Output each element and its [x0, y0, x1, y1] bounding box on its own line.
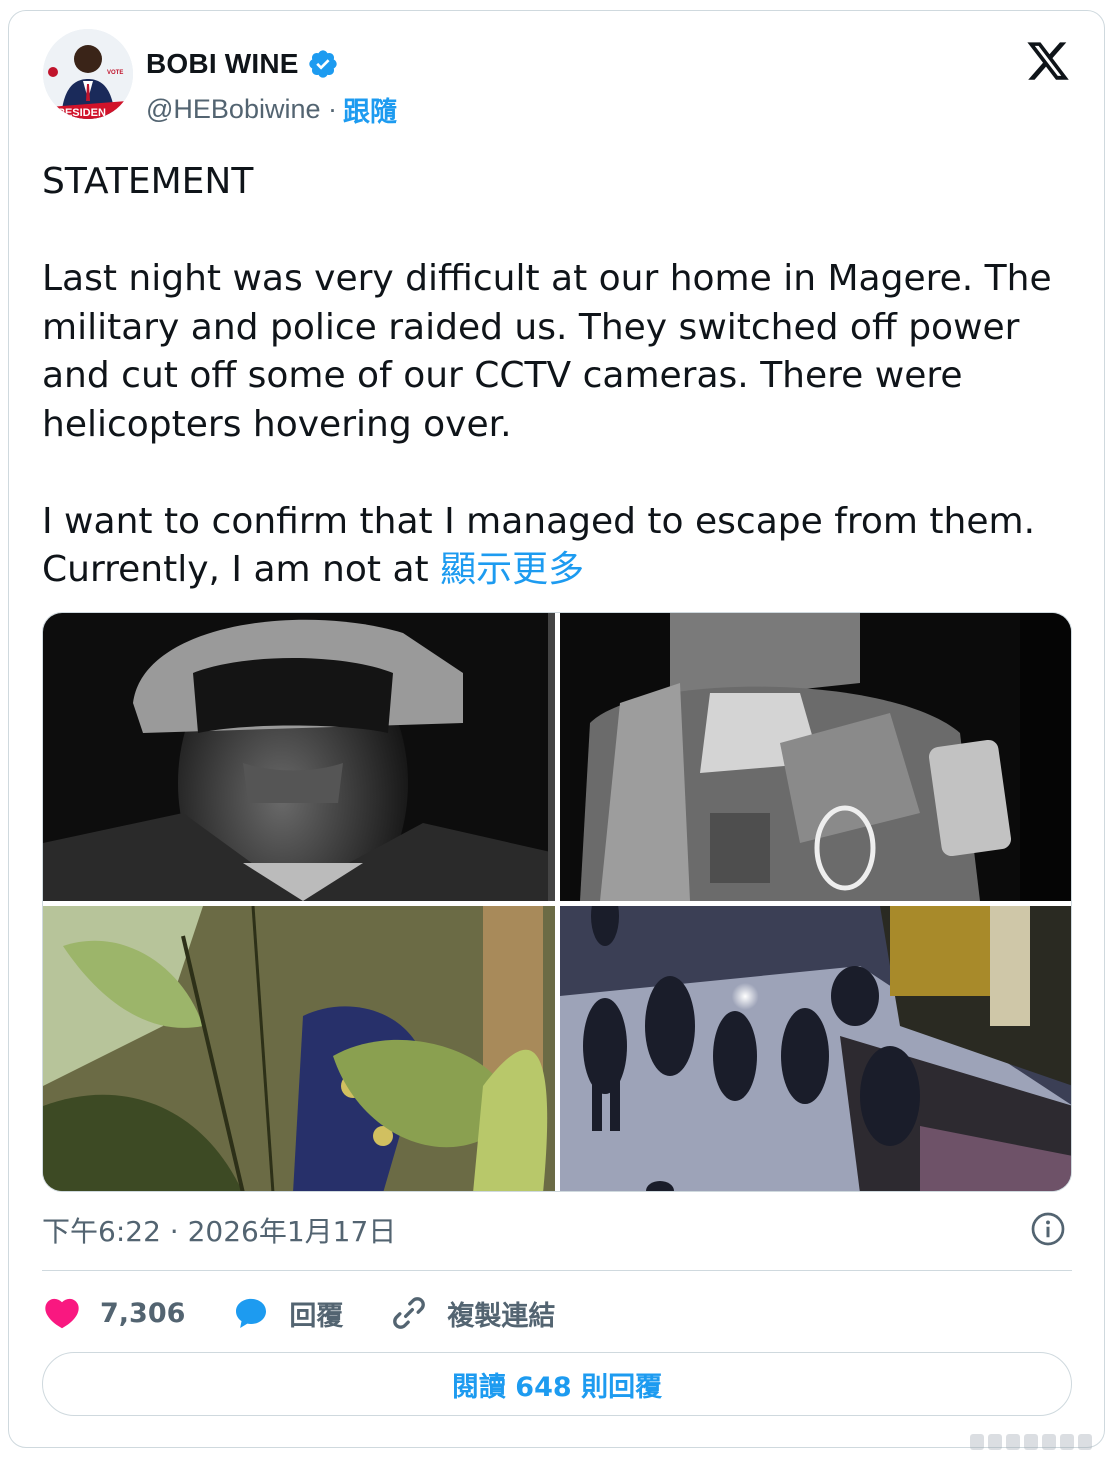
- show-more-link[interactable]: 顯示更多: [440, 549, 584, 590]
- like-count: 7,306: [100, 1297, 186, 1329]
- action-bar: 7,306 回覆 複製連結: [42, 1288, 601, 1338]
- author-avatar[interactable]: VOTE RESIDEN: [43, 29, 133, 119]
- photo-soldier-vest[interactable]: [560, 613, 1071, 901]
- info-icon[interactable]: [1030, 1211, 1066, 1247]
- avatar-image: VOTE RESIDEN: [43, 29, 133, 119]
- copy-link-button[interactable]: 複製連結: [389, 1293, 555, 1333]
- author-name-row: BOBI WINE: [146, 44, 339, 84]
- author-handle[interactable]: @HEBobiwine ·: [146, 94, 337, 125]
- photo-bushes-image: [43, 906, 555, 1191]
- photo-soldier-vest-image: [560, 613, 1071, 901]
- reply-label: 回覆: [289, 1300, 344, 1332]
- link-icon: [393, 1297, 426, 1329]
- heart-icon: [45, 1298, 79, 1329]
- watermark-icon: [970, 1434, 1092, 1450]
- photo-soldier-closeup-image: [43, 613, 555, 901]
- post-paragraph-1: Last night was very difficult at our hom…: [42, 258, 1052, 445]
- photo-night-street[interactable]: [560, 906, 1071, 1191]
- photo-soldier-closeup[interactable]: [43, 613, 555, 901]
- verified-badge-icon: [309, 50, 337, 78]
- avatar-badge-text: VOTE: [107, 70, 123, 76]
- photo-night-street-image: [560, 906, 1071, 1191]
- author-handle-row: @HEBobiwine · 跟隨: [146, 90, 397, 129]
- post-heading: STATEMENT: [42, 161, 254, 202]
- copy-link-label: 複製連結: [447, 1300, 556, 1332]
- like-button[interactable]: 7,306: [42, 1293, 185, 1333]
- reply-button[interactable]: 回覆: [231, 1293, 343, 1333]
- post-paragraph-2: I want to confirm that I managed to esca…: [42, 498, 1082, 595]
- photo-bushes[interactable]: [43, 906, 555, 1191]
- media-grid: [42, 612, 1072, 1192]
- actions-divider: [42, 1270, 1072, 1271]
- x-logo-icon[interactable]: [1025, 38, 1071, 84]
- reply-bubble-icon: [236, 1298, 267, 1328]
- post-timestamp[interactable]: 下午6:22 · 2026年1月17日: [42, 1210, 396, 1250]
- author-display-name[interactable]: BOBI WINE: [146, 48, 299, 80]
- follow-button[interactable]: 跟隨: [343, 90, 397, 129]
- post-text: STATEMENT Last night was very difficult …: [42, 158, 1082, 595]
- read-replies-button[interactable]: 閱讀 648 則回覆: [42, 1352, 1072, 1416]
